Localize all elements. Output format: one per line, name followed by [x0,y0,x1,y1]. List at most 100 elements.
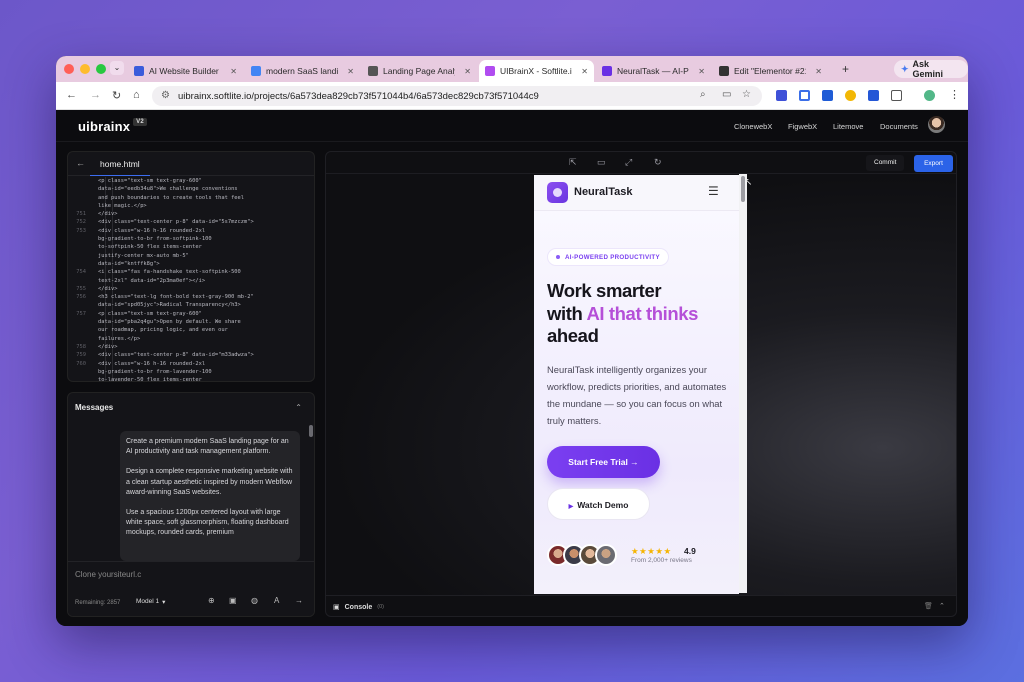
window-controls [64,64,106,74]
site-brand[interactable]: NeuralTask [574,186,633,198]
code-line[interactable]: bg-gradient-to-br from-lavender-100 [68,368,314,376]
browser-tab[interactable]: AI Website Builder fo ✕ [128,60,243,82]
code-line[interactable]: 754 <i class="fas fa-handshake text-soft… [68,268,314,276]
site-info-icon[interactable]: ⚙ [161,90,170,101]
user-avatar[interactable] [928,116,945,133]
preview-scrollbar[interactable] [739,174,747,593]
open-external-icon[interactable]: ⇱ [569,157,577,168]
browser-tab[interactable]: modern SaaS landin ✕ [245,60,360,82]
nav-figwebx[interactable]: FigwebX [788,122,817,131]
messages-scrollbar[interactable] [309,425,313,437]
browser-tab[interactable]: Edit "Elementor #21 ✕ [713,60,828,82]
profile-avatar-icon[interactable] [924,90,935,101]
code-line[interactable]: 751 </div> [68,210,314,218]
browser-tab[interactable]: UIBrainX - Softlite.io ✕ [479,60,594,82]
collapse-chevron-icon[interactable]: ⌃ [295,403,302,412]
model-select[interactable]: Model 1 ▾ [130,594,171,609]
palette-icon[interactable]: ◍ [251,596,258,605]
code-line[interactable]: data-id="pba2q4gu">Open by default. We s… [68,318,314,326]
headline-line-2: with [547,302,587,324]
forward-icon[interactable]: → [90,89,101,101]
zoom-window-button[interactable] [96,64,106,74]
fullscreen-icon[interactable]: ⤢ [625,157,632,168]
back-icon[interactable]: ← [66,89,77,101]
line-text: data-id="spd05jyc">Radical Transparency<… [98,302,241,309]
code-line[interactable]: 756 <h3 class="text-lg font-bold text-gr… [68,293,314,301]
back-arrow-icon[interactable]: ← [76,158,85,168]
nav-documents[interactable]: Documents [880,122,918,131]
extension-1-icon[interactable] [776,90,787,101]
code-line[interactable]: 752 <div class="text-center p-8" data-id=… [68,218,314,226]
send-arrow-icon[interactable]: → [295,596,303,605]
bookmark-star-icon[interactable]: ☆ [742,89,751,100]
code-line[interactable]: and push boundaries to create tools that… [68,194,314,202]
close-tab-icon[interactable]: ✕ [815,67,822,76]
trash-icon[interactable]: 🗑 [924,602,933,610]
cast-icon[interactable]: ▭ [722,89,731,100]
refresh-icon[interactable]: ↻ [654,157,662,168]
app-logo[interactable]: uibrainx V2 [78,118,147,134]
extension-4-icon[interactable] [845,90,856,101]
address-bar[interactable]: ⚙ uibrainx.softlite.io/projects/6a573dea… [152,86,762,106]
extension-3-icon[interactable] [822,90,833,101]
code-line[interactable]: justify-center mx-auto mb-5" [68,252,314,260]
hamburger-menu-icon[interactable]: ☰ [708,184,719,198]
browser-menu-icon[interactable]: ⋮ [949,88,960,101]
code-line[interactable]: data-id="eedb34u8">We challenge conventi… [68,185,314,193]
reload-icon[interactable]: ↻ [112,89,121,102]
zoom-icon[interactable]: ⌕ [700,89,706,100]
close-tab-icon[interactable]: ✕ [464,67,471,76]
code-line[interactable]: to-lavender-50 flex items-center [68,376,314,381]
code-line[interactable]: like magic.</p> [68,202,314,210]
close-tab-icon[interactable]: ✕ [698,67,705,76]
code-line[interactable]: 757 <p class="text-sm text-gray-600" [68,310,314,318]
close-tab-icon[interactable]: ✕ [347,67,354,76]
tab-label: AI Website Builder fo [149,66,221,76]
nav-litemove[interactable]: Litemove [833,122,863,131]
code-line[interactable]: 758 </div> [68,343,314,351]
minimize-window-button[interactable] [80,64,90,74]
tab-search-icon[interactable]: ⌄ [110,61,124,75]
export-button[interactable]: Export [914,155,953,172]
prompt-input[interactable]: Clone yoursiteurl.c [75,570,141,579]
line-text: data-id="pba2q4gu">Open by default. We s… [98,319,241,326]
new-tab-button[interactable]: + [842,62,849,76]
commit-button[interactable]: Commit [866,155,905,171]
code-line[interactable]: failures.</p> [68,335,314,343]
mobile-preview-frame[interactable]: NeuralTask ☰ AI-POWERED PRODUCTIVITY Wor… [534,175,739,594]
browser-tab[interactable]: NeuralTask — AI-Po ✕ [596,60,711,82]
watch-demo-button[interactable]: ▶ Watch Demo [547,488,650,520]
target-icon[interactable]: ⊕ [208,596,215,605]
code-line[interactable]: 755 </div> [68,285,314,293]
file-tab[interactable]: home.html [90,152,150,176]
watch-demo-label: Watch Demo [577,500,629,510]
desktop-view-icon[interactable]: ▭ [597,157,606,168]
code-line[interactable]: <p class="text-sm text-gray-600" [68,177,314,185]
code-lines[interactable]: <p class="text-sm text-gray-600" data-id… [68,177,314,381]
code-line[interactable]: 760 <div class="w-16 h-16 rounded-2xl [68,360,314,368]
code-line[interactable]: bg-gradient-to-br from-softpink-100 [68,235,314,243]
extension-2-icon[interactable] [799,90,810,101]
nav-clonewebx[interactable]: ClonewebX [734,122,772,131]
code-line[interactable]: text-2xl" data-id="2p3ma0ef"></i> [68,277,314,285]
code-line[interactable]: our roadmap, pricing logic, and even our [68,326,314,334]
extensions-puzzle-icon[interactable] [891,90,902,101]
expand-chevron-icon[interactable]: ⌃ [939,602,945,610]
console-toggle[interactable]: ▣ Console (0) [333,603,384,612]
code-line[interactable]: to-softpink-50 flex items-center [68,243,314,251]
extension-5-icon[interactable] [868,90,879,101]
font-icon[interactable]: A [274,596,279,605]
code-line[interactable]: data-id="kntffk8g"> [68,260,314,268]
code-line[interactable]: 759 <div class="text-center p-8" data-id=… [68,351,314,359]
user-message-bubble: Create a premium modern SaaS landing pag… [120,431,300,561]
image-icon[interactable]: ▣ [229,596,237,605]
home-icon[interactable]: ⌂ [133,89,140,101]
close-window-button[interactable] [64,64,74,74]
close-tab-icon[interactable]: ✕ [581,67,588,76]
browser-tab[interactable]: Landing Page Analy ✕ [362,60,477,82]
close-tab-icon[interactable]: ✕ [230,67,237,76]
code-line[interactable]: 753 <div class="w-16 h-16 rounded-2xl [68,227,314,235]
code-line[interactable]: data-id="spd05jyc">Radical Transparency<… [68,301,314,309]
ask-gemini-button[interactable]: ✦ Ask Gemini [894,59,968,79]
start-free-trial-button[interactable]: Start Free Trial → [547,446,660,478]
